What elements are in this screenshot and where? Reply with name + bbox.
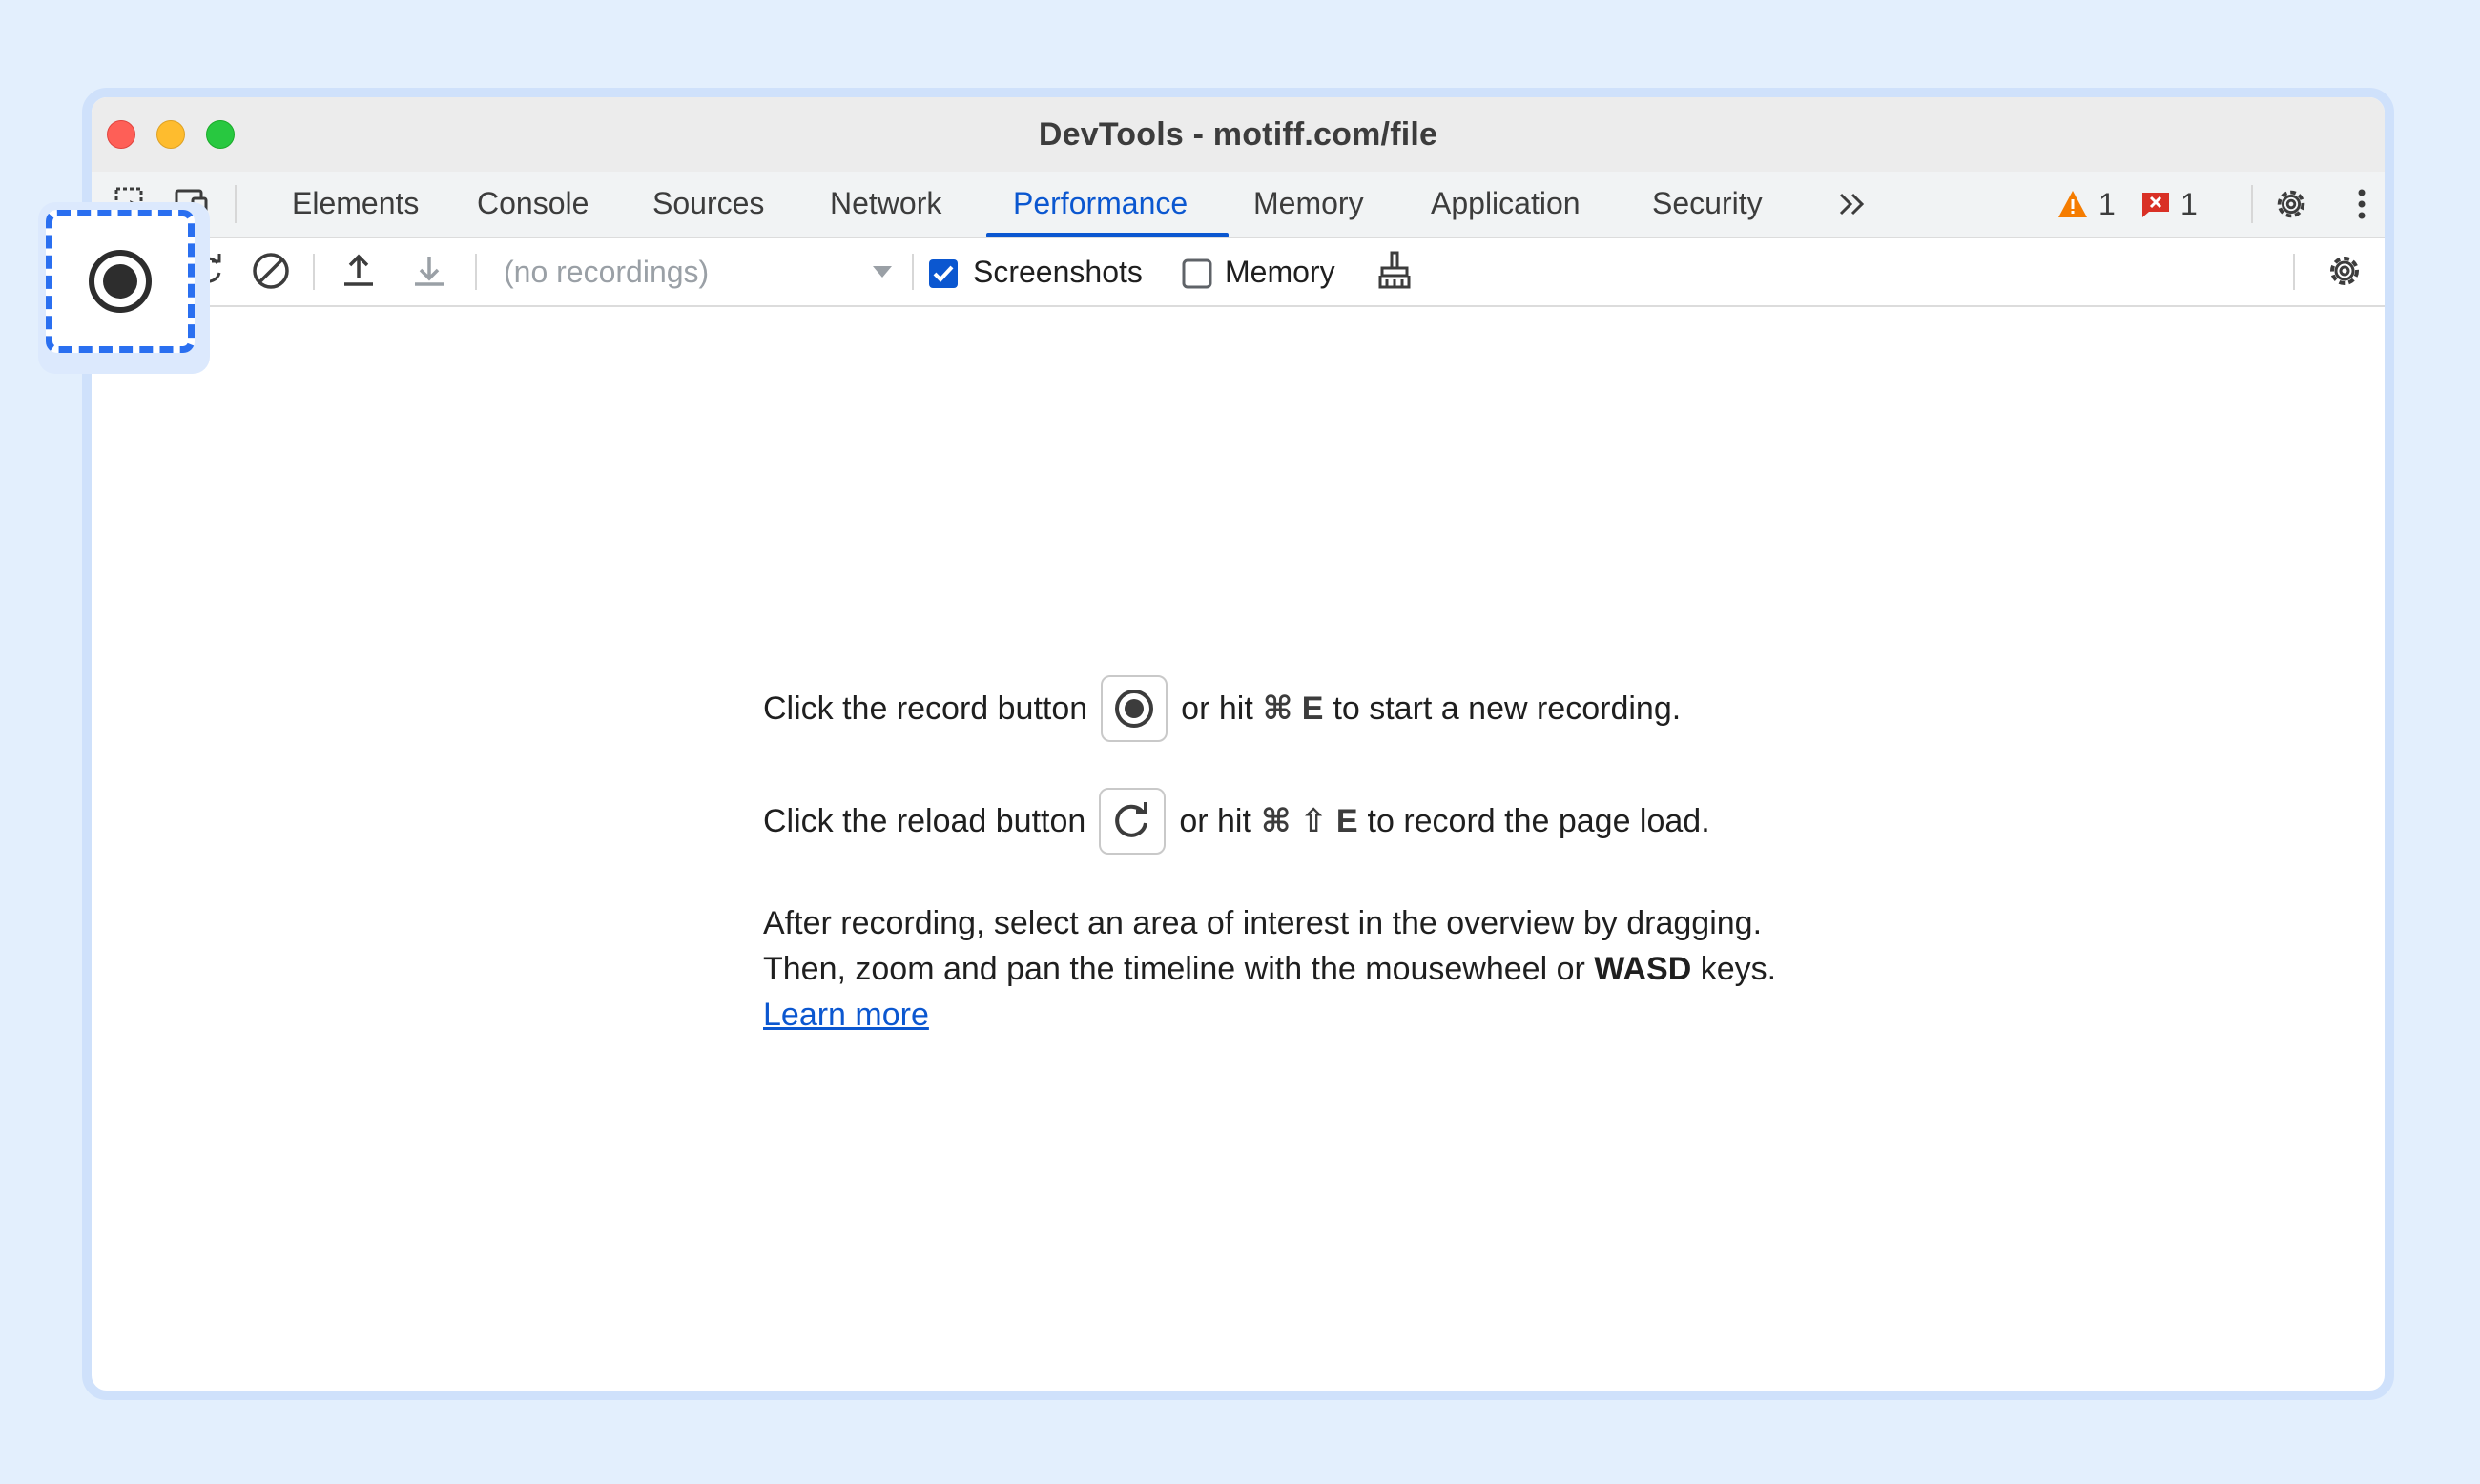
tab-elements[interactable]: Elements: [288, 172, 423, 235]
tab-performance[interactable]: Performance: [1009, 172, 1191, 235]
reload-instruction-prefix: Click the reload button: [763, 802, 1086, 839]
record-instruction-prefix: Click the record button: [763, 690, 1088, 727]
screenshots-checkbox[interactable]: [927, 258, 960, 290]
help-line-2: Then, zoom and pan the timeline with the…: [763, 946, 1776, 992]
toolbar-separator: [2293, 254, 2295, 290]
tab-memory[interactable]: Memory: [1250, 172, 1368, 235]
record-icon: [89, 250, 152, 313]
title-bar: DevTools - motiff.com/file: [92, 97, 2385, 174]
clear-icon[interactable]: [250, 250, 292, 292]
toolbar-separator: [912, 254, 914, 290]
tab-sources[interactable]: Sources: [649, 172, 768, 235]
help-line-2-prefix: Then, zoom and pan the timeline with the…: [763, 951, 1585, 987]
reload-shortcut: ⌘ ⇧ E: [1260, 803, 1358, 839]
upload-icon[interactable]: [338, 250, 380, 292]
record-shortcut: ⌘ E: [1262, 690, 1324, 727]
minimize-window-button[interactable]: [156, 120, 185, 149]
errors-badge[interactable]: 1: [2140, 183, 2198, 225]
devtools-window: DevTools - motiff.com/file Elements Cons…: [82, 88, 2394, 1400]
record-icon: [1115, 690, 1154, 728]
help-line-1: After recording, select an area of inter…: [763, 905, 1763, 941]
reload-instruction-mid: or hit: [1179, 802, 1251, 839]
recordings-select[interactable]: (no recordings): [504, 238, 709, 305]
learn-more-link[interactable]: Learn more: [763, 997, 929, 1033]
error-icon: [2142, 193, 2169, 217]
window-controls: [107, 120, 235, 149]
memory-checkbox[interactable]: [1181, 258, 1213, 290]
screenshots-label: Screenshots: [973, 254, 1143, 289]
record-button[interactable]: [46, 210, 195, 353]
reload-instruction-suffix: to record the page load.: [1367, 802, 1710, 839]
reload-instruction: Click the reload button or hit ⌘ ⇧ E to …: [763, 788, 1710, 855]
more-options-icon[interactable]: [2343, 185, 2381, 223]
tab-separator: [235, 185, 237, 223]
window-title: DevTools - motiff.com/file: [1038, 115, 1438, 153]
tab-console[interactable]: Console: [473, 172, 592, 235]
warnings-badge[interactable]: 1: [2056, 183, 2116, 225]
record-instruction-suffix: to start a new recording.: [1333, 690, 1682, 727]
record-instruction: Click the record button or hit ⌘ E to st…: [763, 675, 1681, 742]
warnings-count: 1: [2098, 186, 2116, 221]
maximize-window-button[interactable]: [206, 120, 235, 149]
toolbar-separator: [475, 254, 477, 290]
tab-network[interactable]: Network: [826, 172, 945, 235]
capture-settings-gear-icon[interactable]: [2324, 250, 2366, 292]
toolbar-separator: [313, 254, 315, 290]
memory-label: Memory: [1225, 254, 1335, 289]
tab-security[interactable]: Security: [1648, 172, 1767, 235]
active-tab-indicator: [986, 233, 1229, 237]
reload-icon: [1115, 802, 1148, 837]
toolbar-separator: [2251, 185, 2253, 223]
wasd-keys: WASD: [1594, 951, 1692, 987]
dropdown-arrow-icon[interactable]: [870, 259, 895, 284]
inline-reload-button[interactable]: [1099, 788, 1167, 855]
panel-tab-bar: Elements Console Sources Network Perform…: [92, 172, 2385, 238]
download-icon[interactable]: [408, 250, 450, 292]
recording-help-paragraph: After recording, select an area of inter…: [763, 900, 1776, 1038]
warning-icon: [2058, 191, 2087, 217]
close-window-button[interactable]: [107, 120, 135, 149]
settings-gear-icon[interactable]: [2272, 185, 2310, 223]
tab-application[interactable]: Application: [1427, 172, 1584, 235]
garbage-collect-broom-icon[interactable]: [1374, 250, 1416, 292]
inline-record-button[interactable]: [1101, 675, 1168, 742]
record-instruction-mid: or hit: [1181, 690, 1253, 727]
help-line-2-suffix: keys.: [1700, 951, 1777, 987]
double-chevron-right-icon[interactable]: [1833, 185, 1871, 223]
errors-count: 1: [2180, 186, 2198, 221]
